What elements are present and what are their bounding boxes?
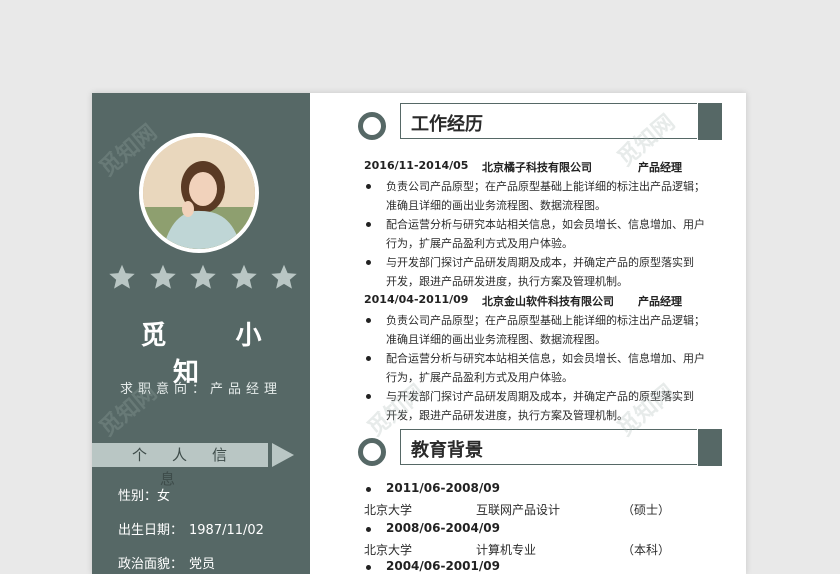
edu-school: 北京大学 — [364, 543, 413, 557]
info-label: 性别： — [118, 489, 158, 504]
list-item: 与开发部门探讨产品研发周期及成本，并确定产品的原型落实到 开发，跟进产品研发进度，… — [364, 253, 709, 291]
duty-line: 行为，扩展产品盈利方式及用户体验。 — [386, 237, 573, 250]
resume-page: 觅 小 知 求职意向：产品经理 个人信息 性别：女 出生日期： 1987/11/0… — [92, 93, 746, 574]
education-section-title: 教育背景 — [411, 440, 483, 461]
duty-line: 负责公司产品原型；在产品原型基础上能详细的标注出产品逻辑； — [386, 180, 705, 193]
edu-major: 互联网产品设计 — [476, 503, 561, 517]
info-value: 党员 — [189, 557, 216, 572]
edu-school: 北京大学 — [364, 503, 413, 517]
edu-period: 2011/06-2008/09 — [364, 481, 500, 495]
edu-degree: （本科） — [622, 543, 671, 557]
work-section-title: 工作经历 — [411, 114, 483, 135]
duty-line: 配合运营分析与研究本站相关信息，如会员增长、信息增加、用户 — [386, 218, 705, 231]
duty-line: 与开发部门探讨产品研发周期及成本，并确定产品的原型落实到 — [386, 256, 694, 269]
star-icon — [271, 264, 297, 289]
info-label: 政治面貌： — [118, 557, 184, 572]
list-item: 负责公司产品原型；在产品原型基础上能详细的标注出产品逻辑； 准确且详细的画出业务流… — [364, 177, 709, 215]
info-gender: 性别：女 — [118, 485, 170, 504]
info-birthdate: 出生日期： 1987/11/02 — [118, 519, 264, 538]
personal-info-heading: 个人信息 — [92, 443, 268, 488]
rating-stars — [108, 263, 298, 291]
arrow-right-icon — [272, 443, 294, 467]
edu-major: 计算机专业 — [476, 543, 537, 557]
edu-row: 北京大学 计算机专业 （本科） — [364, 541, 709, 557]
job-period: 2016/11-2014/05 — [364, 159, 469, 172]
duty-line: 准确且详细的画出业务流程图、数据流程图。 — [386, 333, 606, 346]
star-icon — [149, 264, 176, 289]
edu-period: 2004/06-2001/09 — [364, 559, 500, 573]
ring-icon — [358, 438, 386, 466]
duty-line: 配合运营分析与研究本站相关信息，如会员增长、信息增加、用户 — [386, 352, 705, 365]
work-section-header: 工作经历 — [310, 101, 746, 141]
section-tab — [698, 429, 722, 466]
info-value: 女 — [157, 489, 171, 504]
job-role: 产品经理 — [638, 295, 682, 308]
job-company: 北京金山软件科技有限公司 — [482, 295, 614, 308]
main-content: 工作经历 2016/11-2014/05 北京橘子科技有限公司 产品经理 负责公… — [310, 93, 746, 574]
section-title-box: 教育背景 — [400, 429, 697, 465]
info-label: 出生日期： — [118, 523, 184, 538]
section-tab — [698, 103, 722, 140]
job-period: 2014/04-2011/09 — [364, 293, 469, 306]
ring-icon — [358, 112, 386, 140]
job-company: 北京橘子科技有限公司 — [482, 161, 592, 174]
info-value: 1987/11/02 — [189, 523, 264, 538]
duty-line: 负责公司产品原型；在产品原型基础上能详细的标注出产品逻辑； — [386, 314, 705, 327]
avatar — [139, 133, 259, 253]
edu-period: 2008/06-2004/09 — [364, 521, 500, 535]
star-icon — [230, 264, 257, 289]
list-item: 负责公司产品原型；在产品原型基础上能详细的标注出产品逻辑； 准确且详细的画出业务流… — [364, 311, 709, 349]
job-duties: 负责公司产品原型；在产品原型基础上能详细的标注出产品逻辑； 准确且详细的画出业务流… — [364, 177, 709, 291]
duty-line: 准确且详细的画出业务流程图、数据流程图。 — [386, 199, 606, 212]
info-political-status: 政治面貌： 党员 — [118, 553, 215, 572]
duty-line: 开发，跟进产品研发进度，执行方案及管理机制。 — [386, 275, 628, 288]
list-item: 配合运营分析与研究本站相关信息，如会员增长、信息增加、用户 行为，扩展产品盈利方式… — [364, 215, 709, 253]
edu-row: 北京大学 互联网产品设计 （硕士） — [364, 501, 709, 517]
edu-degree: （硕士） — [622, 503, 671, 517]
star-icon — [190, 264, 216, 289]
job-role: 产品经理 — [638, 161, 682, 174]
star-icon — [109, 264, 135, 289]
